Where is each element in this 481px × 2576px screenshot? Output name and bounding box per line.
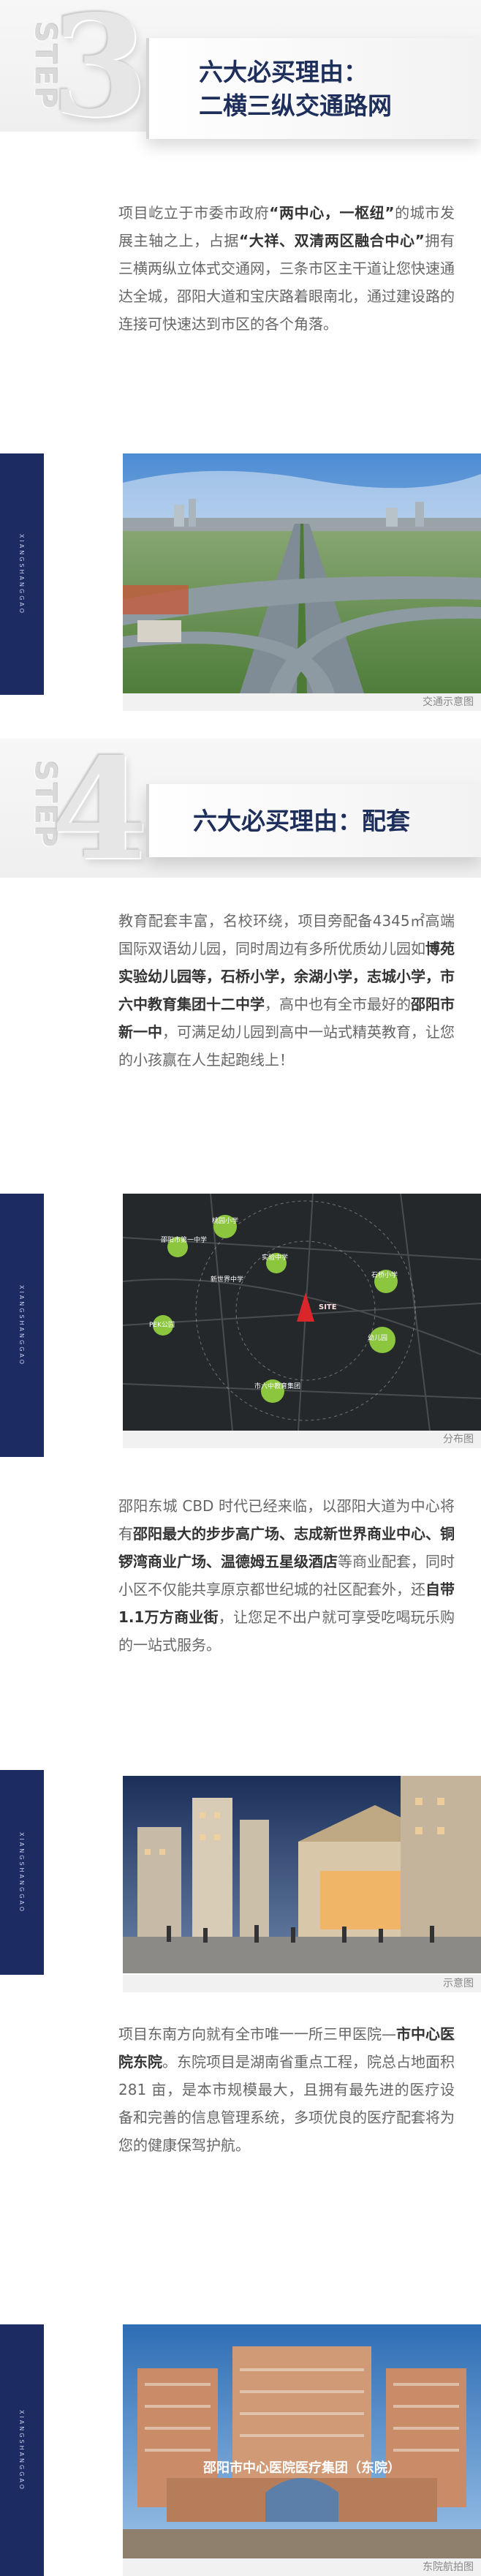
- step4-title-card: 六大必买理由：配套: [146, 784, 481, 857]
- map-label-sixth-school: 市六中教育集团: [254, 1383, 301, 1390]
- side-tab: XIANGSHANGGAO: [0, 1770, 44, 1975]
- side-tab: XIANGSHANGGAO: [0, 1194, 44, 1457]
- map-label-no1-school: 邵阳市第一中学: [161, 1237, 208, 1244]
- traffic-paragraph: 项目屹立于市委市政府“两中心，一枢纽”的城市发展主轴之上，占据“大祥、双清两区融…: [118, 204, 455, 333]
- school-distribution-map: 邵阳市第一中学 桃园小学 实验中学 石桥小学 PEK公园 SITE 幼儿园 市六…: [123, 1194, 481, 1431]
- traffic-caption: 交通示意图: [123, 693, 481, 711]
- step3-header: STEP 3 六大必买理由： 二横三纵交通路网: [0, 0, 481, 139]
- step4-title: 六大必买理由：配套: [193, 807, 410, 835]
- map-label-taoyuan: 桃园小学: [212, 1218, 239, 1225]
- step3-number: 3: [51, 0, 148, 148]
- commerce-paragraph: 邵阳东城 CBD 时代已经来临，以邵阳大道为中心将有邵阳最大的步步高广场、志成新…: [118, 1497, 455, 1654]
- hospital-sign: 邵阳市中心医院医疗集团（东院）: [203, 2460, 401, 2476]
- side-tab: XIANGSHANGGAO: [0, 2324, 44, 2576]
- map-label-site: SITE: [319, 1303, 337, 1311]
- map-label-shiqiao: 石桥小学: [371, 1272, 398, 1279]
- plaza-caption: 示意图: [123, 1975, 481, 1992]
- step4-header: STEP 4 六大必买理由：配套: [0, 728, 481, 891]
- map-label-new-world: 新世界中学: [211, 1276, 244, 1284]
- step4-number: 4: [51, 728, 148, 891]
- hospital-caption: 东院航拍图: [123, 2558, 481, 2576]
- education-paragraph: 教育配套丰富，名校环绕，项目旁配备4345㎡高端国际双语幼儿园，同时周边有多所优…: [118, 912, 455, 1069]
- map-label-experimental: 实验中学: [262, 1254, 289, 1262]
- hospital-aerial-photo: 邵阳市中心医院医疗集团（东院）: [123, 2324, 481, 2560]
- map-label-kindergarten: 幼儿园: [368, 1335, 388, 1342]
- traffic-photo: [123, 453, 481, 693]
- step3-title-line2: 二横三纵交通路网: [199, 91, 392, 120]
- map-label-park: PEK公园: [149, 1322, 175, 1329]
- side-tab: XIANGSHANGGAO: [0, 453, 44, 695]
- commercial-plaza-photo: [123, 1776, 481, 1973]
- hospital-paragraph: 项目东南方向就有全市唯一一所三甲医院—市中心医院东院。东院项目是湖南省重点工程，…: [118, 2025, 455, 2154]
- distribution-caption: 分布图: [123, 1431, 481, 1448]
- step3-title-card: 六大必买理由： 二横三纵交通路网: [146, 38, 481, 139]
- step3-title-line1: 六大必买理由：: [199, 58, 368, 86]
